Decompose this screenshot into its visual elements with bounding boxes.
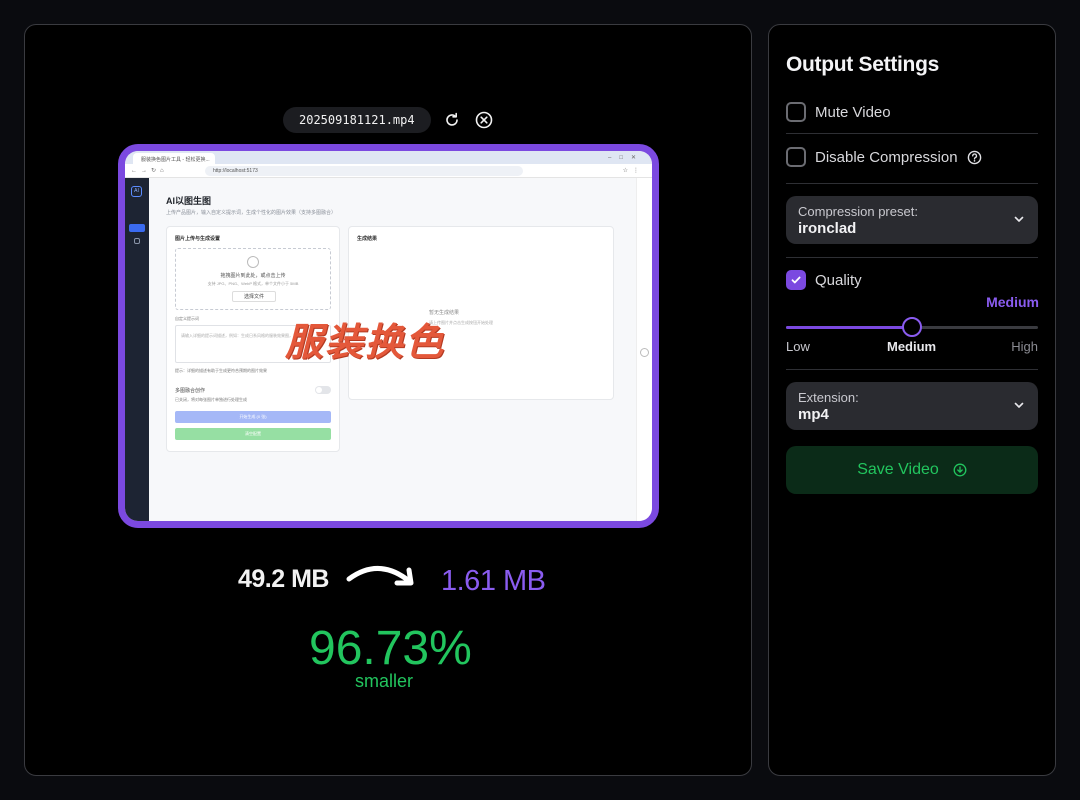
quality-slider[interactable] — [786, 317, 1038, 337]
watermark-text: 服装换色 — [285, 320, 446, 364]
app-scrollbar — [636, 178, 652, 521]
compression-preset-label: Compression preset: — [798, 204, 918, 219]
browser-url: http://localhost:5173 — [205, 166, 523, 176]
fusion-tip: 已关闭，将对每张图片单独进行处理生成 — [175, 397, 247, 402]
settings-panel: Output Settings Mute Video Disable Compr… — [768, 24, 1056, 776]
prompt-tip: 提示：详细的描述有助于生成更符合预期的图片效果 — [175, 368, 267, 373]
disable-compression-checkbox[interactable]: Disable Compression — [786, 146, 982, 168]
reset-button: 清空配置 — [175, 428, 331, 440]
scroll-indicator-icon — [640, 348, 649, 357]
sidebar-active-item — [129, 224, 145, 232]
upload-hint: 支持 JPG、PNG、WebP 格式，单个文件小于 5MB — [207, 281, 299, 286]
window-controls-icon: –□✕ — [608, 155, 644, 161]
upload-card-title: 图片上传与生成设置 — [175, 236, 221, 242]
sidebar-item-icon — [134, 238, 140, 244]
help-circle-icon[interactable] — [967, 150, 982, 165]
browser-addressbar: ←→↻⌂ http://localhost:5173 ☆⋮ — [125, 164, 652, 178]
browser-tabbar: 服装换色图片工具 - 轻松更换... –□✕ — [125, 151, 652, 164]
result-card-title: 生成结果 — [357, 236, 378, 242]
download-icon — [953, 463, 967, 477]
compression-preset-value: ironclad — [798, 220, 857, 237]
quality-value: Medium — [986, 294, 1039, 310]
browser-nav-icon: ←→↻⌂ — [131, 168, 168, 174]
arrow-curve-icon — [345, 559, 421, 600]
prompt-label: 自定义提示词 — [175, 316, 199, 321]
video-frame: 服装换色图片工具 - 轻松更换... –□✕ ←→↻⌂ http://local… — [125, 151, 652, 521]
settings-title: Output Settings — [786, 53, 939, 76]
slider-thumb[interactable] — [902, 317, 922, 337]
file-name-pill: 202509181121.mp4 — [283, 107, 431, 133]
slider-label-low: Low — [786, 339, 810, 354]
disable-compression-label: Disable Compression — [815, 148, 958, 166]
mute-video-checkbox[interactable]: Mute Video — [786, 101, 891, 123]
file-bar: 202509181121.mp4 — [283, 107, 495, 133]
close-circle-icon[interactable] — [473, 109, 495, 131]
slider-fill — [786, 326, 912, 329]
divider — [786, 133, 1038, 134]
chevron-down-icon — [1012, 212, 1026, 231]
savings-percent: 96.73% — [309, 622, 472, 675]
mute-video-label: Mute Video — [815, 103, 891, 121]
divider — [786, 257, 1038, 258]
app-logo-icon: AI — [131, 186, 142, 197]
divider — [786, 369, 1038, 370]
app-subtitle: 上传产品图片，输入自定义提示词，生成个性化的图片效果（支持多图融合） — [166, 210, 337, 216]
fusion-label: 多图融合创作 — [175, 388, 206, 394]
compressed-size: 1.61 MB — [441, 565, 546, 597]
refresh-icon[interactable] — [441, 109, 463, 131]
extension-value: mp4 — [798, 406, 829, 423]
checkbox-box[interactable] — [786, 102, 806, 122]
browser-tools-icon: ☆⋮ — [622, 168, 644, 174]
preview-panel: 202509181121.mp4 服装换色图片工具 - 轻松更换... –□✕ … — [24, 24, 752, 776]
choose-file-button: 选择文件 — [232, 291, 276, 302]
original-size: 49.2 MB — [238, 565, 329, 593]
app-sidebar: AI — [125, 178, 149, 521]
divider — [786, 183, 1038, 184]
compression-preset-select[interactable]: Compression preset: ironclad — [786, 196, 1038, 244]
extension-select[interactable]: Extension: mp4 — [786, 382, 1038, 430]
savings-label: smaller — [355, 671, 414, 691]
chevron-down-icon — [1012, 398, 1026, 417]
app-title: AI以图生图 — [166, 196, 212, 206]
quality-label: Quality — [815, 271, 862, 289]
quality-checkbox[interactable]: Quality — [786, 269, 862, 291]
checkbox-box[interactable] — [786, 147, 806, 167]
check-icon[interactable] — [786, 270, 806, 290]
generate-button: 开始生成 (0 张) — [175, 411, 331, 423]
save-video-button[interactable]: Save Video — [786, 446, 1038, 494]
save-video-label: Save Video — [857, 461, 939, 478]
slider-labels: Low Medium High — [786, 339, 1038, 355]
upload-icon — [247, 256, 259, 268]
browser-tab: 服装换色图片工具 - 轻松更换... — [133, 153, 215, 164]
video-preview[interactable]: 服装换色图片工具 - 轻松更换... –□✕ ←→↻⌂ http://local… — [118, 144, 659, 528]
slider-label-medium: Medium — [887, 339, 937, 354]
extension-label: Extension: — [798, 390, 859, 405]
upload-dropzone: 拖拽图片到此处，或点击上传 支持 JPG、PNG、WebP 格式，单个文件小于 … — [175, 248, 331, 310]
slider-label-high: High — [1011, 339, 1038, 354]
upload-text: 拖拽图片到此处，或点击上传 — [220, 273, 286, 279]
size-comparison: 49.2 MB 1.61 MB — [25, 559, 753, 599]
fusion-toggle — [315, 386, 331, 394]
